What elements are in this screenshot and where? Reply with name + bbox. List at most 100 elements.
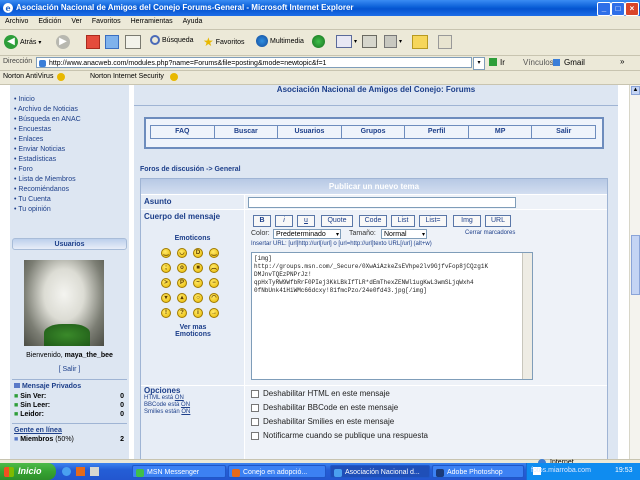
pm-title[interactable]: Mensaje Privados (14, 383, 81, 390)
exclaim-icon[interactable]: ! (161, 308, 171, 318)
task-conejo[interactable]: Conejo en adopció... (228, 465, 326, 478)
mrgreen-icon[interactable]: ◠ (209, 293, 219, 303)
task-asociacion[interactable]: Asociación Nacional d... (330, 465, 430, 478)
disable-html-checkbox[interactable] (251, 390, 259, 398)
sidebar-item-tu-opinion[interactable]: • Tu opinión (14, 205, 81, 215)
sidebar-item-enlaces[interactable]: • Enlaces (14, 135, 81, 145)
rolleyes-icon[interactable]: ○ (193, 293, 203, 303)
nav-perfil[interactable]: Perfil (405, 126, 469, 138)
refresh-button[interactable] (105, 35, 119, 49)
forward-button[interactable]: ▶ (56, 35, 70, 49)
disable-bbcode-checkbox[interactable] (251, 404, 259, 412)
sidebar-item-archivo-noticias[interactable]: • Archivo de Noticias (14, 105, 81, 115)
history-button[interactable] (312, 35, 325, 48)
gmail-link[interactable]: Gmail (564, 58, 585, 67)
go-button[interactable]: Ir (500, 58, 505, 67)
nav-mp[interactable]: MP (469, 126, 533, 138)
notify-checkbox[interactable] (251, 432, 259, 440)
idea-icon[interactable]: i (193, 308, 203, 318)
sidebar-item-encuestas[interactable]: • Encuestas (14, 125, 81, 135)
close-tags-link[interactable]: Cerrar marcadores (465, 230, 515, 236)
close-button[interactable]: × (625, 2, 639, 16)
discuss-button[interactable] (412, 35, 428, 49)
minimize-button[interactable]: _ (597, 2, 611, 16)
online-title[interactable]: Gente en línea (14, 427, 62, 434)
italic-button[interactable]: i (275, 215, 293, 227)
size-select[interactable]: Normal ▾ (381, 229, 427, 239)
sidebar-item-tu-cuenta[interactable]: • Tu Cuenta (14, 195, 81, 205)
address-input[interactable]: http://www.anacweb.com/modules.php?name=… (36, 57, 472, 68)
norton-antivirus-label[interactable]: Norton AntiVirus (3, 73, 53, 80)
code-button[interactable]: Code (359, 215, 387, 227)
grin-icon[interactable]: ◡ (177, 248, 187, 258)
twisted-icon[interactable]: ▴ (177, 293, 187, 303)
nav-faq[interactable]: FAQ (151, 126, 215, 138)
nav-buscar[interactable]: Buscar (215, 126, 279, 138)
chevron-right-icon[interactable]: » (620, 57, 624, 66)
maximize-button[interactable]: □ (611, 2, 625, 16)
happy-icon[interactable]: ‿ (209, 248, 219, 258)
desktop-quicklaunch-icon[interactable] (90, 467, 99, 476)
list-button[interactable]: List (391, 215, 415, 227)
menu-herramientas[interactable]: Herramientas (126, 16, 178, 25)
message-textarea[interactable]: [img] http://groups.msn.com/_Secure/0XwA… (251, 252, 533, 380)
neutral-icon[interactable]: − (209, 278, 219, 288)
favorites-button[interactable]: ★ Favoritos (203, 35, 245, 49)
norton-icon[interactable] (57, 73, 65, 81)
sidebar-item-enviar-noticias[interactable]: • Enviar Noticias (14, 145, 81, 155)
page-scrollbar[interactable]: ▲ (629, 85, 640, 459)
messenger-button[interactable] (438, 35, 452, 49)
sidebar-item-lista-miembros[interactable]: • Lista de Miembros (14, 175, 81, 185)
print-button[interactable] (362, 35, 377, 48)
sidebar-item-estadisticas[interactable]: • Estadísticas (14, 155, 81, 165)
scroll-thumb[interactable] (631, 235, 640, 295)
task-msn[interactable]: MSN Messenger (132, 465, 226, 478)
sidebar-item-busqueda[interactable]: • Búsqueda en ANAC (14, 115, 81, 125)
norton-security-label[interactable]: Norton Internet Security (90, 73, 164, 80)
wink-icon[interactable]: ; (161, 263, 171, 273)
home-button[interactable] (125, 35, 141, 49)
sad-icon[interactable]: ︵ (209, 263, 219, 273)
edit-button[interactable]: ▾ (384, 35, 402, 48)
norton-security-icon[interactable] (170, 73, 178, 81)
mail-button[interactable]: ▾ (336, 35, 357, 48)
go-icon[interactable] (489, 58, 497, 66)
confused-icon[interactable]: ~ (193, 278, 203, 288)
quote-button[interactable]: Quote (321, 215, 353, 227)
more-emoticons-link[interactable]: Ver mas Emoticons (166, 324, 220, 338)
question-icon[interactable]: ? (177, 308, 187, 318)
surprised-icon[interactable]: o (177, 263, 187, 273)
ie-quicklaunch-icon[interactable] (62, 467, 71, 476)
links-label[interactable]: Vínculos (523, 58, 554, 67)
stop-button[interactable] (86, 35, 100, 49)
color-select[interactable]: Predeterminado ▾ (273, 229, 341, 239)
bold-button[interactable]: B (253, 215, 271, 227)
menu-ver[interactable]: Ver (66, 16, 87, 25)
back-button[interactable]: ◀ Atrás ▾ (4, 35, 41, 49)
logout-link[interactable]: [ Salir ] (10, 366, 129, 373)
nav-grupos[interactable]: Grupos (342, 126, 406, 138)
menu-edicion[interactable]: Edición (33, 16, 66, 25)
textarea-scrollbar[interactable] (522, 253, 532, 379)
nav-salir[interactable]: Salir (532, 126, 595, 138)
search-button[interactable]: Búsqueda (150, 35, 194, 45)
cool-icon[interactable]: ■ (193, 263, 203, 273)
firefox-quicklaunch-icon[interactable] (76, 467, 85, 476)
start-button[interactable]: Inicio (0, 463, 56, 480)
laugh-icon[interactable]: D (193, 248, 203, 258)
scroll-up-icon[interactable]: ▲ (631, 86, 640, 95)
sidebar-item-foro[interactable]: • Foro (14, 165, 81, 175)
subject-input[interactable] (248, 197, 516, 208)
smile-icon[interactable]: ‿ (161, 248, 171, 258)
menu-favoritos[interactable]: Favoritos (87, 16, 126, 25)
clock[interactable]: 19:53 (615, 467, 633, 474)
menu-archivo[interactable]: Archivo (0, 16, 33, 25)
url-button[interactable]: URL (485, 215, 511, 227)
img-button[interactable]: Img (453, 215, 481, 227)
tongue-icon[interactable]: P (177, 278, 187, 288)
address-dropdown[interactable]: ▾ (473, 57, 485, 70)
arrow-icon[interactable]: → (209, 308, 219, 318)
task-photoshop[interactable]: Adobe Photoshop (432, 465, 524, 478)
sidebar-item-inicio[interactable]: • Inicio (14, 95, 81, 105)
evil-icon[interactable]: ▾ (161, 293, 171, 303)
